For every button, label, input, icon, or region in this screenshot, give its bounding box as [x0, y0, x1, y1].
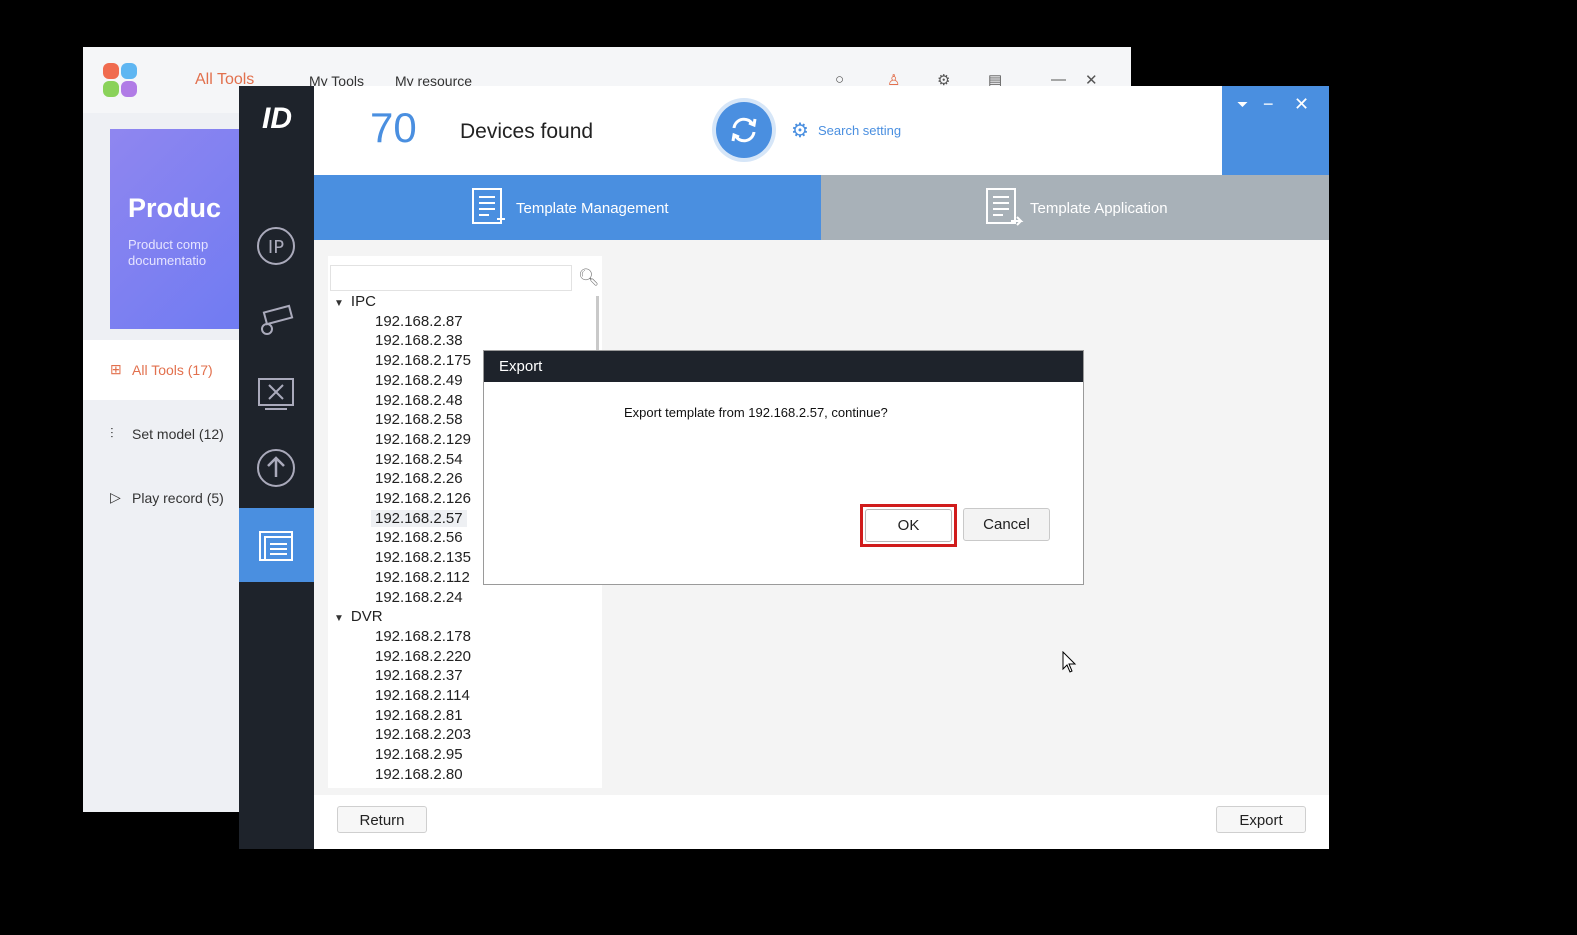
tree-item-device[interactable]: 192.168.2.56 — [375, 529, 463, 546]
tab-template-management[interactable]: Template Management — [314, 175, 821, 240]
template-application-icon — [986, 188, 1024, 226]
tree-group-dvr[interactable]: ▼ DVR — [334, 608, 383, 625]
tree-group-label: IPC — [350, 293, 376, 310]
search-icon[interactable]: 🔍︎ — [578, 268, 600, 288]
launcher-logo-icon — [103, 63, 139, 99]
product-banner[interactable] — [110, 129, 250, 329]
tree-item-device[interactable]: 192.168.2.37 — [375, 667, 463, 684]
tree-scrollbar[interactable] — [596, 296, 599, 356]
return-button[interactable]: Return — [337, 806, 427, 833]
search-setting-link[interactable]: Search setting — [818, 123, 901, 138]
caret-down-icon[interactable]: ▼ — [334, 613, 344, 624]
tree-item-device[interactable]: 192.168.2.135 — [375, 549, 471, 566]
tree-item-device[interactable]: 192.168.2.87 — [375, 313, 463, 330]
refresh-button[interactable] — [716, 102, 772, 158]
dropdown-menu-icon[interactable]: ⏷ — [1237, 96, 1248, 113]
gear-icon[interactable]: ⚙ — [791, 118, 809, 143]
tree-item-device[interactable]: 192.168.2.178 — [375, 628, 471, 645]
launcher-sidebar-all-tools[interactable]: ⊞ All Tools (17) — [83, 340, 243, 400]
tree-item-device[interactable]: 192.168.2.38 — [375, 332, 463, 349]
export-button[interactable]: Export — [1216, 806, 1306, 833]
caret-down-icon[interactable]: ▼ — [334, 298, 344, 309]
sidebar-camera-settings-icon[interactable] — [239, 282, 314, 356]
banner-subtitle: Product comp documentatio — [128, 237, 208, 268]
sidebar-template-icon[interactable] — [239, 508, 314, 582]
banner-title: Produc — [128, 193, 222, 223]
close-icon[interactable]: ✕ — [1294, 94, 1309, 115]
launcher-sidebar-set-model[interactable]: ⫶ Set model (12) — [83, 404, 243, 464]
sliders-icon: ⫶ — [110, 425, 114, 441]
app-header: 70 Devices found ⚙ Search setting — [314, 86, 1222, 175]
dialog-message: Export template from 192.168.2.57, conti… — [624, 405, 888, 420]
device-count: 70 — [370, 104, 417, 151]
tree-item-device[interactable]: 192.168.2.24 — [375, 589, 463, 606]
dialog-title-bar: Export — [484, 351, 1083, 382]
cancel-button[interactable]: Cancel — [963, 508, 1050, 541]
tree-item-device[interactable]: 192.168.2.129 — [375, 431, 471, 448]
devices-found-label: Devices found — [460, 120, 594, 143]
tree-group-label: DVR — [350, 608, 383, 626]
app-sidebar: ID IP — [239, 86, 314, 849]
tree-item-device[interactable]: 192.168.2.80 — [375, 766, 463, 783]
tree-item-device[interactable]: 192.168.2.81 — [375, 707, 463, 724]
grid-icon: ⊞ — [110, 361, 122, 377]
tree-item-device[interactable]: 192.168.2.175 — [375, 352, 471, 369]
tree-item-device[interactable]: 192.168.2.112 — [375, 569, 470, 586]
refresh-icon — [731, 117, 757, 143]
ok-button[interactable]: OK — [865, 509, 952, 542]
minimize-icon[interactable]: − — [1263, 94, 1274, 115]
tree-item-device[interactable]: 192.168.2.203 — [375, 726, 471, 743]
template-management-icon — [472, 188, 505, 224]
tree-item-device[interactable]: 192.168.2.95 — [375, 746, 463, 763]
tree-item-device[interactable]: 192.168.2.114 — [375, 687, 470, 704]
svg-text:IP: IP — [268, 237, 284, 258]
tree-item-device[interactable]: 192.168.2.48 — [375, 392, 463, 409]
mouse-cursor-icon — [1062, 651, 1077, 673]
play-icon: ▷ — [110, 489, 121, 505]
tree-item-device[interactable]: 192.168.2.220 — [375, 648, 471, 665]
sidebar-tools-icon[interactable] — [239, 356, 314, 430]
launcher-sidebar-play-record[interactable]: ▷ Play record (5) — [83, 468, 243, 528]
tree-item-device[interactable]: 192.168.2.54 — [375, 451, 463, 468]
tab-template-application[interactable]: Template Application — [821, 175, 1329, 240]
template-tabs: Template Management Template Application — [314, 175, 1329, 240]
export-dialog: Export Export template from 192.168.2.57… — [483, 350, 1084, 585]
window-controls: ⏷ − ✕ — [1222, 86, 1329, 175]
dialog-title: Export — [499, 358, 543, 375]
device-search-input[interactable] — [330, 265, 572, 291]
app-logo-icon: ID — [262, 102, 292, 135]
tree-item-device[interactable]: 192.168.2.126 — [375, 490, 471, 507]
bottom-bar: Return Export — [314, 795, 1329, 849]
tree-item-device[interactable]: 192.168.2.49 — [375, 372, 463, 389]
tree-group-ipc[interactable]: ▼ IPC — [334, 293, 376, 310]
sidebar-upgrade-icon[interactable] — [239, 430, 314, 504]
tree-item-device[interactable]: 192.168.2.26 — [375, 470, 463, 487]
sidebar-ip-icon[interactable]: IP — [239, 208, 314, 282]
tree-item-device[interactable]: 192.168.2.58 — [375, 411, 463, 428]
tree-item-device[interactable]: 192.168.2.57 — [371, 509, 467, 527]
